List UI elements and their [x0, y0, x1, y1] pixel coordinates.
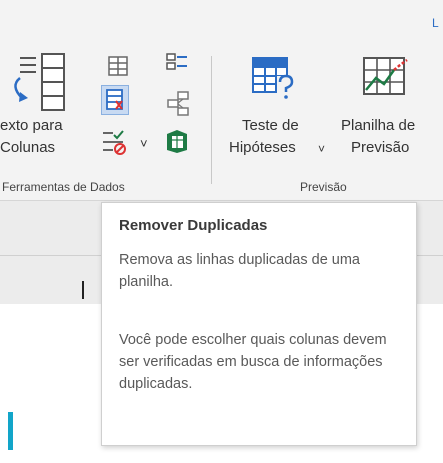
tooltip-title: Remover Duplicadas — [119, 217, 268, 234]
active-cell-indicator — [8, 412, 13, 450]
group-separator — [211, 56, 212, 184]
what-if-analysis-icon — [252, 57, 295, 99]
forecast-sheet-label-2: Previsão — [351, 139, 410, 156]
flash-fill-icon[interactable] — [106, 54, 130, 78]
what-if-label-2: Hipóteses — [229, 139, 296, 156]
forecast-sheet-icon — [363, 57, 408, 95]
text-to-columns-label-1: exto para — [0, 117, 63, 134]
tooltip-paragraph-2: Você pode escolher quais colunas devem s… — [119, 332, 387, 392]
relationships-icon[interactable] — [166, 90, 190, 116]
manage-data-model-icon[interactable] — [165, 128, 189, 154]
text-to-columns-label-2: Colunas — [0, 139, 56, 156]
group-label-data-tools: Ferramentas de Dados — [2, 180, 125, 194]
remove-duplicates-icon — [106, 89, 123, 110]
ribbon-corner-letter: L — [432, 16, 439, 30]
group-label-forecast: Previsão — [300, 180, 347, 194]
what-if-label-1: Teste de — [242, 117, 299, 134]
column-header-marker — [82, 281, 84, 299]
remove-duplicates-button[interactable] — [101, 85, 129, 115]
ribbon: L exto para Colunas ˅ Ferramentas de Dad… — [0, 0, 443, 200]
data-validation-icon — [103, 130, 126, 155]
consolidate-icon[interactable] — [165, 52, 189, 76]
text-to-columns-icon — [14, 53, 65, 111]
forecast-sheet-label-1: Planilha de — [341, 117, 416, 134]
tooltip-paragraph-1: Remova as linhas duplicadas de uma plani… — [119, 252, 360, 290]
what-if-caret: ˅ — [318, 142, 326, 156]
dropdown-caret: ˅ — [140, 136, 148, 151]
remove-duplicates-tooltip: Remover Duplicadas Remova as linhas dupl… — [101, 202, 417, 446]
